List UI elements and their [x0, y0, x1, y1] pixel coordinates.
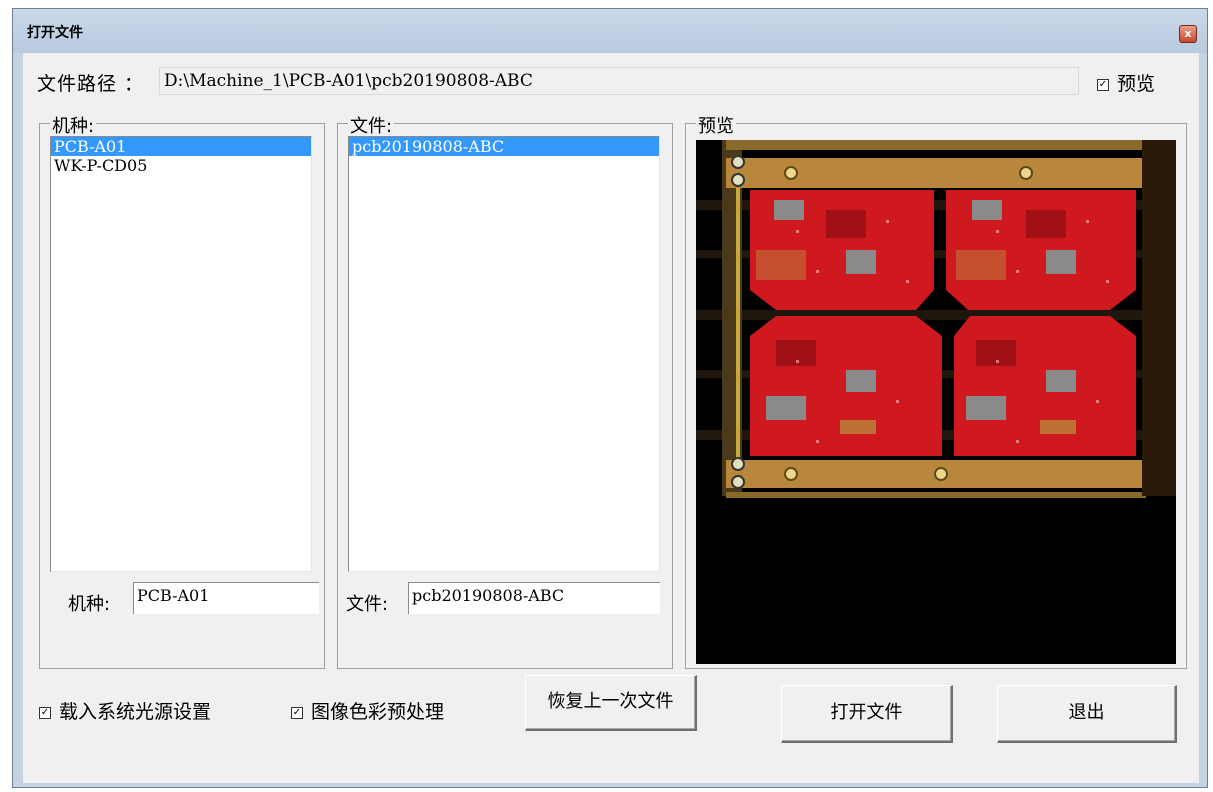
exit-button[interactable]: 退出	[997, 685, 1177, 743]
machine-field-label: 机种:	[68, 594, 111, 615]
path-label: 文件路径 ：	[37, 73, 145, 95]
pcb-board-image	[696, 140, 1176, 664]
preview-group: 预览	[685, 112, 1187, 669]
open-file-button[interactable]: 打开文件	[781, 685, 953, 743]
load-light-settings-checkbox[interactable]: ✓ 载入系统光源设置	[39, 697, 211, 724]
preview-checkbox-box[interactable]: ✓	[1097, 78, 1109, 91]
machine-group-title: 机种:	[50, 112, 97, 138]
pcb-preview-image	[696, 140, 1176, 664]
machine-list[interactable]: PCB-A01 WK-P-CD05	[50, 136, 312, 572]
preview-checkbox-label: 预览	[1117, 73, 1156, 95]
close-icon: x	[1184, 27, 1192, 40]
close-button[interactable]: x	[1179, 25, 1197, 43]
color-preprocess-checkbox-box[interactable]: ✓	[291, 706, 303, 719]
open-file-dialog: 打开文件 x 文件路径 ： D:\Machine_1\PCB-A01\pcb20…	[12, 8, 1208, 788]
restore-last-file-button[interactable]: 恢复上一次文件	[525, 675, 697, 731]
preview-checkbox[interactable]: ✓ 预览	[1097, 69, 1155, 96]
file-field-label: 文件:	[346, 594, 389, 615]
pcb-panel-bottom-left	[750, 316, 942, 456]
file-group: 文件: pcb20190808-ABC 文件: pcb20190808-ABC	[337, 112, 673, 669]
list-item-pcb-a01[interactable]: PCB-A01	[51, 137, 311, 156]
title-bar[interactable]: 打开文件 x	[13, 9, 1207, 53]
pcb-panel-top-right	[946, 190, 1136, 310]
preview-group-title: 预览	[696, 112, 736, 138]
file-field[interactable]: pcb20190808-ABC	[408, 582, 660, 614]
list-item-pcb20190808-abc[interactable]: pcb20190808-ABC	[349, 137, 659, 156]
file-list[interactable]: pcb20190808-ABC	[348, 136, 660, 572]
file-group-title: 文件:	[348, 112, 395, 138]
machine-group: 机种: PCB-A01 WK-P-CD05 机种: PCB-A01	[39, 112, 325, 669]
dialog-title: 打开文件	[27, 25, 83, 41]
load-light-settings-label: 载入系统光源设置	[59, 701, 212, 723]
color-preprocess-label: 图像色彩预处理	[311, 701, 445, 723]
color-preprocess-checkbox[interactable]: ✓ 图像色彩预处理	[291, 697, 444, 724]
list-item-wk-p-cd05[interactable]: WK-P-CD05	[51, 156, 311, 175]
path-field: D:\Machine_1\PCB-A01\pcb20190808-ABC	[159, 67, 1079, 95]
load-light-settings-checkbox-box[interactable]: ✓	[39, 706, 51, 719]
pcb-panel-bottom-right	[954, 316, 1136, 456]
machine-field[interactable]: PCB-A01	[133, 582, 319, 614]
pcb-panel-top-left	[750, 190, 934, 310]
dialog-body: 文件路径 ： D:\Machine_1\PCB-A01\pcb20190808-…	[23, 53, 1199, 783]
